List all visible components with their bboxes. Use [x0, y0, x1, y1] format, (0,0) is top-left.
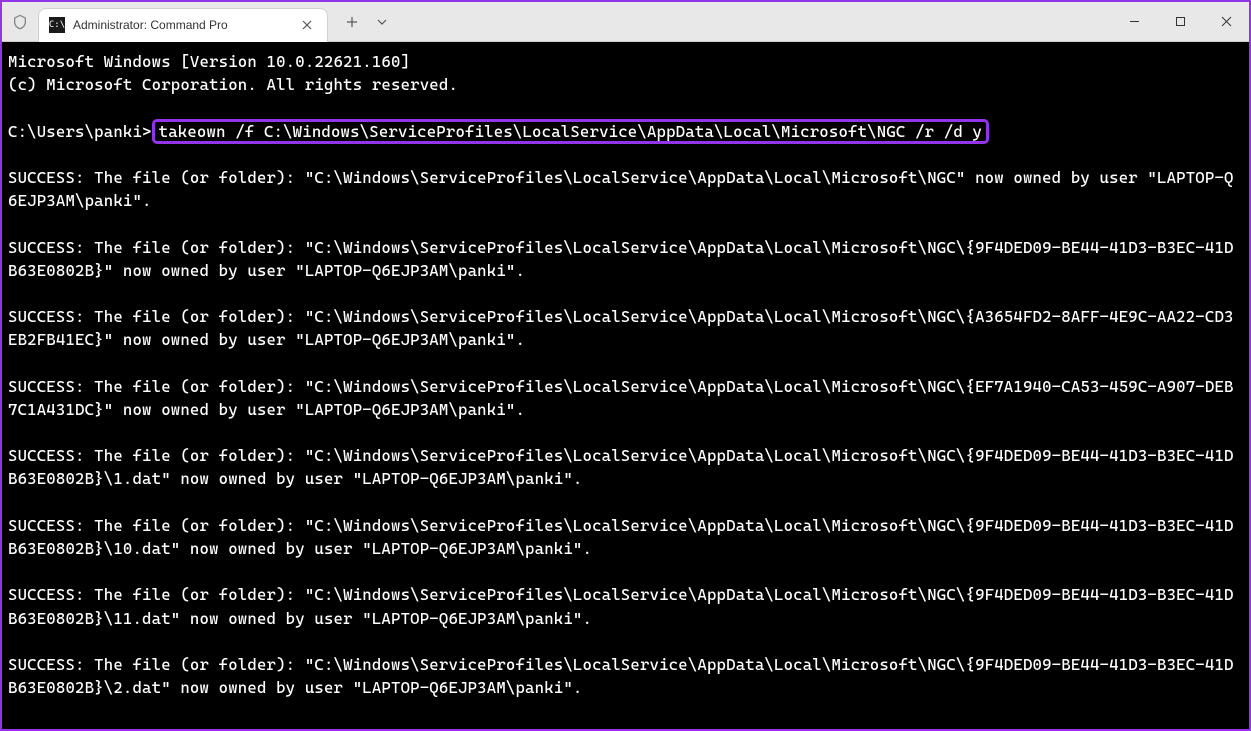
title-bar-left: C:\ Administrator: Command Pro: [2, 2, 396, 41]
output-container: SUCCESS: The file (or folder): "C:\Windo…: [8, 166, 1243, 699]
blank-line: [8, 282, 1243, 305]
tab-title: Administrator: Command Pro: [73, 18, 297, 32]
output-line: SUCCESS: The file (or folder): "C:\Windo…: [8, 583, 1243, 629]
command-line: C:\Users\panki>takeown /f C:\Windows\Ser…: [8, 120, 1243, 143]
output-line: SUCCESS: The file (or folder): "C:\Windo…: [8, 653, 1243, 699]
blank-line: [8, 491, 1243, 514]
copyright-line: (c) Microsoft Corporation. All rights re…: [8, 73, 1243, 96]
prompt: C:\Users\panki>: [8, 122, 152, 141]
tab-dropdown-button[interactable]: [368, 6, 396, 38]
blank-line: [8, 560, 1243, 583]
blank-line: [8, 421, 1243, 444]
minimize-button[interactable]: [1111, 2, 1157, 41]
blank-line: [8, 96, 1243, 119]
blank-line: [8, 630, 1243, 653]
output-line: SUCCESS: The file (or folder): "C:\Windo…: [8, 514, 1243, 560]
output-line: SUCCESS: The file (or folder): "C:\Windo…: [8, 305, 1243, 351]
output-line: SUCCESS: The file (or folder): "C:\Windo…: [8, 166, 1243, 212]
terminal-tab[interactable]: C:\ Administrator: Command Pro: [38, 8, 328, 42]
window-controls: [1111, 2, 1249, 41]
terminal-output[interactable]: Microsoft Windows [Version 10.0.22621.16…: [2, 42, 1249, 729]
output-line: SUCCESS: The file (or folder): "C:\Windo…: [8, 236, 1243, 282]
version-line: Microsoft Windows [Version 10.0.22621.16…: [8, 50, 1243, 73]
close-window-button[interactable]: [1203, 2, 1249, 41]
title-bar: C:\ Administrator: Command Pro: [2, 2, 1249, 42]
output-line: SUCCESS: The file (or folder): "C:\Windo…: [8, 444, 1243, 490]
blank-line: [8, 351, 1243, 374]
output-line: SUCCESS: The file (or folder): "C:\Windo…: [8, 375, 1243, 421]
cmd-icon: C:\: [49, 17, 65, 33]
blank-line: [8, 212, 1243, 235]
shield-icon: [2, 2, 38, 41]
new-tab-button[interactable]: [336, 6, 368, 38]
tab-close-button[interactable]: [297, 15, 317, 35]
command-highlighted: takeown /f C:\Windows\ServiceProfiles\Lo…: [152, 119, 989, 144]
blank-line: [8, 143, 1243, 166]
maximize-button[interactable]: [1157, 2, 1203, 41]
